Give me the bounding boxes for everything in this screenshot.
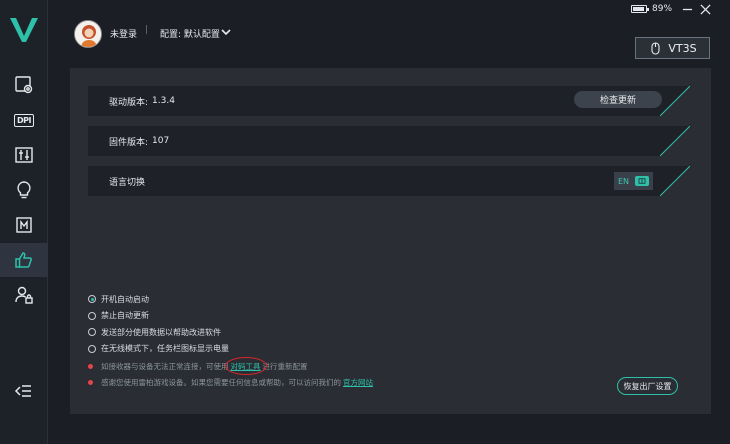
device-name: VT3S — [668, 41, 697, 55]
language-label: 语言切换 — [109, 177, 146, 188]
mouse-icon — [651, 42, 660, 55]
brand-logo — [10, 18, 38, 42]
battery-fill — [633, 7, 644, 11]
sidebar-item-performance[interactable] — [0, 68, 48, 102]
sidebar-item-macro[interactable] — [0, 208, 48, 242]
dpi-icon: DPI — [14, 113, 34, 127]
profile-label[interactable]: 配置: 默认配置 — [160, 27, 220, 40]
bullet-dot — [88, 379, 93, 385]
translate-icon — [638, 178, 646, 184]
official-website-link[interactable]: 官方网站 — [343, 377, 373, 388]
bulb-icon — [17, 181, 31, 199]
battery-percent: 89% — [652, 4, 673, 14]
sidebar-collapse-button[interactable] — [0, 374, 48, 408]
user-lock-icon — [15, 286, 33, 304]
option-label: 在无线模式下，任务栏图标显示电量 — [101, 344, 229, 354]
sidebar-item-buttons[interactable] — [0, 138, 48, 172]
sidebar-item-lighting[interactable] — [0, 173, 48, 207]
bullet-dot — [88, 363, 93, 369]
sidebar-item-dpi[interactable]: DPI — [0, 103, 48, 137]
radio-send-usage-data[interactable] — [88, 328, 96, 337]
thumbs-up-icon — [15, 252, 32, 268]
language-row: 语言切换 EN — [88, 166, 690, 196]
note-text: 感谢您使用雷柏游戏设备。如果您需要任何信息或帮助，可以访问我们的 — [101, 377, 341, 387]
avatar[interactable] — [74, 20, 102, 48]
minimize-icon — [682, 8, 692, 10]
driver-version-label: 驱动版本: — [109, 97, 149, 108]
header: 未登录 | 配置: 默认配置 89% VT3S — [48, 0, 730, 64]
pairing-tool-link[interactable]: 对码工具 — [224, 356, 267, 375]
avatar-image — [75, 21, 101, 47]
option-label: 禁止自动更新 — [101, 311, 149, 321]
option-send-usage-data[interactable]: 发送部分使用数据以帮助改进软件 — [88, 324, 229, 341]
language-toggle[interactable]: EN — [614, 172, 653, 190]
header-separator: | — [145, 25, 149, 35]
row-corner-decoration — [660, 86, 690, 116]
device-selector[interactable]: VT3S — [635, 37, 710, 59]
factory-reset-button[interactable]: 恢复出厂设置 — [617, 377, 678, 395]
sidebar-item-settings[interactable] — [0, 243, 48, 277]
row-corner-decoration — [660, 166, 690, 196]
sidebar-item-account[interactable] — [0, 278, 48, 312]
firmware-version-value: 107 — [152, 136, 170, 146]
radio-disable-auto-update[interactable] — [88, 311, 96, 320]
close-button[interactable] — [698, 2, 712, 16]
collapse-icon — [14, 385, 31, 397]
options-list: 开机自动启动 禁止自动更新 发送部分使用数据以帮助改进软件 在无线模式下，任务栏… — [88, 291, 229, 357]
firmware-version-label: 固件版本: — [109, 137, 149, 148]
option-label: 发送部分使用数据以帮助改进软件 — [101, 327, 221, 337]
note-pairing: 如接收器与设备无法正常连接，可使用 对码工具 进行重新配置 — [88, 356, 375, 375]
notes: 如接收器与设备无法正常连接，可使用 对码工具 进行重新配置 感谢您使用雷柏游戏设… — [88, 356, 375, 390]
settings-panel: 驱动版本: 1.3.4 检查更新 固件版本: 107 语言切换 EN 开机自动启… — [70, 68, 711, 414]
option-label: 开机自动启动 — [101, 294, 149, 304]
login-status[interactable]: 未登录 — [110, 27, 137, 40]
chevron-down-icon[interactable] — [220, 26, 232, 38]
firmware-version-row: 固件版本: 107 — [88, 126, 690, 156]
sidebar: DPI — [0, 0, 48, 444]
battery-icon — [631, 5, 649, 13]
radio-tray-battery[interactable] — [88, 344, 96, 353]
driver-version-row: 驱动版本: 1.3.4 检查更新 — [88, 86, 690, 116]
option-disable-auto-update[interactable]: 禁止自动更新 — [88, 308, 229, 325]
sliders-icon — [15, 147, 33, 163]
radio-auto-start[interactable] — [88, 295, 96, 304]
minimize-button[interactable] — [680, 2, 694, 16]
option-tray-battery[interactable]: 在无线模式下，任务栏图标显示电量 — [88, 341, 229, 358]
row-corner-decoration — [660, 126, 690, 156]
note-text: 如接收器与设备无法正常连接，可使用 — [101, 361, 229, 371]
language-value: EN — [618, 176, 630, 186]
close-icon — [699, 3, 711, 15]
note-text: 进行重新配置 — [262, 361, 308, 371]
driver-version-value: 1.3.4 — [152, 96, 175, 106]
language-toggle-knob — [635, 176, 650, 186]
macro-icon — [16, 217, 32, 233]
mouse-settings-icon — [15, 76, 33, 94]
option-auto-start[interactable]: 开机自动启动 — [88, 291, 229, 308]
check-update-button[interactable]: 检查更新 — [574, 91, 662, 108]
note-support: 感谢您使用雷柏游戏设备。如果您需要任何信息或帮助，可以访问我们的 官方网站 — [88, 374, 375, 390]
